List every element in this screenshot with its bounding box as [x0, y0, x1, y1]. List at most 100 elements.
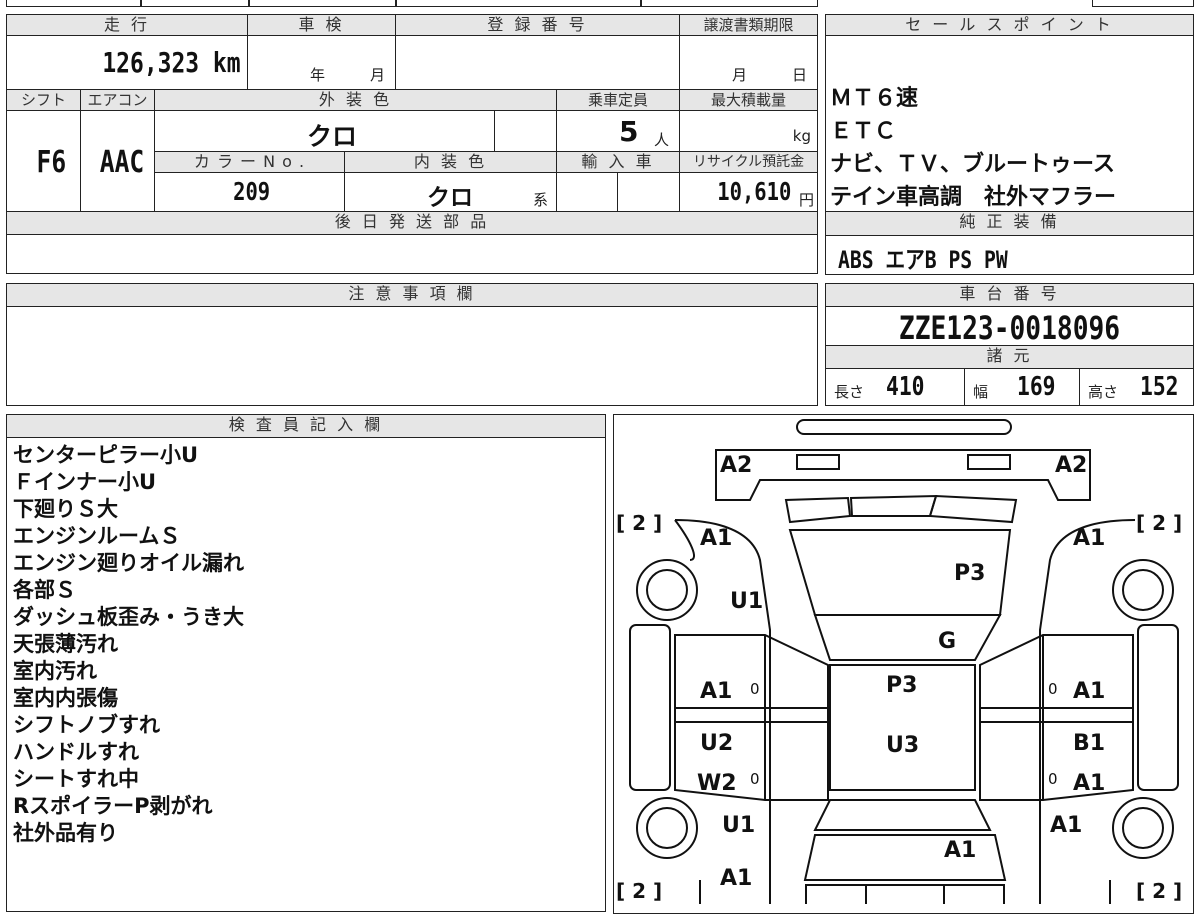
label-b1: B1: [1073, 731, 1105, 756]
inspector-note-line: エンジン廻りオイル漏れ: [13, 551, 244, 575]
sales-point-line: ＥＴＣ: [830, 119, 897, 144]
shift-value: F6: [36, 145, 66, 180]
interior-header: 内 装 色: [344, 151, 557, 173]
width-cell: 幅 169: [964, 368, 1080, 406]
label-u1-rear: U1: [722, 813, 755, 838]
width-value: 169: [1017, 372, 1056, 402]
maxload-cell: kg: [679, 110, 818, 152]
mileage-header: 走 行: [6, 14, 248, 36]
mileage-cell: 126,323 km: [6, 35, 248, 90]
label-w2: W2: [697, 771, 737, 796]
right-fender-outline: [1039, 519, 1136, 904]
inspector-note-line: Ｆインナー小U: [13, 470, 157, 494]
inspector-note-line: 下廻りＳ大: [13, 497, 118, 521]
standard-equipment-box: ABS エアB PS PW: [825, 235, 1194, 275]
chassis-header: 車 台 番 号: [825, 283, 1194, 307]
import-cell-1: [556, 172, 618, 212]
right-lamp: [928, 494, 1018, 524]
inspector-note-line: ダッシュ板歪み・うき大: [13, 605, 244, 629]
notes-header: 注 意 事 項 欄: [6, 283, 818, 307]
exterior-header: 外 装 色: [154, 89, 557, 111]
label-p3-roof: P3: [886, 673, 917, 698]
notes-box: [6, 306, 818, 406]
spec-header: 諸 元: [825, 345, 1194, 369]
label-zero-fr: 0: [1048, 680, 1058, 698]
transfer-cell: 月 日: [679, 35, 818, 90]
inspector-note-line: 各部Ｓ: [13, 578, 76, 602]
car-diagram-frame: A2 A2 A1 A1 U1 P3 G A1 A1 P3 U2 U3 B1 W2…: [613, 414, 1194, 914]
inspector-note-line: シフトノブすれ: [13, 713, 160, 737]
transfer-month: 月: [732, 66, 748, 84]
label-zero-fl: 0: [750, 680, 760, 698]
left-fender-outline: [674, 519, 771, 904]
shift-cell: F6: [6, 110, 81, 212]
exterior-value: クロ: [307, 122, 358, 151]
bracket-br: [ 2 ]: [1136, 879, 1182, 903]
yen-unit: 円: [798, 191, 814, 209]
inspector-note-line: 室内内張傷: [13, 686, 118, 710]
rear-window: [813, 799, 992, 831]
bracket-bl: [ 2 ]: [616, 879, 662, 903]
inspector-box: センターピラー小U Ｆインナー小U 下廻りＳ大 エンジンルームＳ エンジン廻りオイル漏れ…: [6, 437, 606, 912]
capacity-value: 5: [619, 115, 639, 148]
length-value: 410: [886, 372, 925, 402]
maxload-unit: kg: [792, 127, 811, 145]
bracket-tr: [ 2 ]: [1136, 511, 1182, 535]
sales-point-line: ナビ、ＴＶ、ブルートゥース: [830, 152, 1115, 177]
label-a1-rear-bottom: A1: [720, 866, 752, 891]
label-u1-left: U1: [730, 589, 763, 614]
exterior-extra-cell: [494, 110, 557, 152]
label-g: G: [938, 629, 956, 654]
ac-cell: AAC: [80, 110, 155, 212]
sales-points-box: ＭＴ６速 ＥＴＣ ナビ、ＴＶ、ブルートゥース テイン車高調 社外マフラー: [825, 35, 1194, 212]
ac-header: エアコン: [80, 89, 155, 111]
label-a1-front-door-l: A1: [700, 679, 732, 704]
inspector-note-line: 室内汚れ: [13, 659, 97, 683]
label-a1-trunk: A1: [944, 838, 976, 863]
standard-equipment-value: ABS エアB PS PW: [838, 246, 1008, 274]
capacity-unit: 人: [654, 131, 670, 149]
length-cell: 長さ 410: [825, 368, 965, 406]
inspector-note-line: エンジンルームＳ: [13, 524, 181, 548]
right-sill: [1137, 624, 1179, 791]
recycle-cell: 10,610 円: [679, 172, 818, 212]
sales-points-header: セ ー ル ス ポ イ ン ト: [825, 14, 1194, 36]
label-u2: U2: [700, 731, 733, 756]
exterior-cell: クロ: [154, 110, 495, 152]
import-header: 輸 入 車: [556, 151, 680, 173]
maxload-header: 最大積載量: [679, 89, 818, 111]
height-value: 152: [1140, 372, 1179, 402]
inspector-header: 検 査 員 記 入 欄: [6, 414, 606, 438]
color-no-header: カ ラ ー N o .: [154, 151, 345, 173]
label-p3-hood: P3: [954, 561, 985, 586]
recycle-header: リサイクル預託金: [679, 151, 818, 173]
inspection-cell: 年 月: [247, 35, 396, 90]
recycle-value: 10,610: [716, 177, 791, 206]
label-a1-front-door-r: A1: [1073, 679, 1105, 704]
inspector-note-line: RスポイラーP剥がれ: [13, 794, 213, 818]
right-headlight: [967, 454, 1011, 470]
transfer-day: 日: [792, 66, 808, 84]
interior-value: クロ: [427, 185, 473, 211]
length-label: 長さ: [834, 383, 865, 401]
capacity-header: 乗車定員: [556, 89, 680, 111]
inspector-notes-list: センターピラー小U Ｆインナー小U 下廻りＳ大 エンジンルームＳ エンジン廻りオイル漏れ…: [13, 442, 244, 847]
sales-point-line: ＭＴ６速: [830, 86, 919, 111]
inspector-note-line: 社外品有り: [13, 821, 118, 845]
sales-point-line: テイン車高調 社外マフラー: [830, 185, 1117, 210]
label-zero-rl: 0: [750, 770, 760, 788]
label-a1-fr: A1: [1073, 526, 1105, 551]
label-a1-rear-door-r: A1: [1073, 771, 1105, 796]
capacity-cell: 5 人: [556, 110, 680, 152]
label-a1-fl: A1: [700, 526, 732, 551]
transfer-deadline-header: 譲渡書類期限: [679, 14, 818, 36]
later-parts-cell: [6, 234, 818, 274]
bracket-tl: [ 2 ]: [616, 511, 662, 535]
month-unit: 月: [370, 66, 386, 84]
car-damage-diagram: A2 A2 A1 A1 U1 P3 G A1 A1 P3 U2 U3 B1 W2…: [616, 419, 1182, 904]
left-lamp: [784, 496, 852, 524]
front-bumper-strip: [796, 419, 1012, 435]
windshield: [813, 614, 1002, 661]
interior-cell: クロ 系: [344, 172, 557, 212]
left-headlight: [796, 454, 840, 470]
